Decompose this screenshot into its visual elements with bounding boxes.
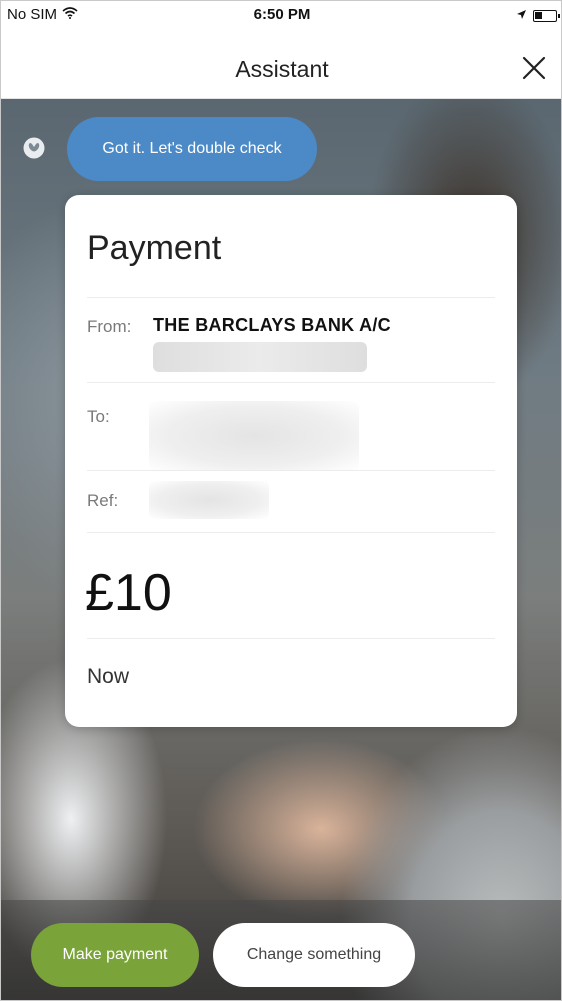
status-right	[516, 7, 560, 24]
close-icon	[522, 56, 546, 80]
page-title: Assistant	[235, 56, 329, 82]
divider	[87, 638, 495, 639]
status-time: 6:50 PM	[253, 6, 311, 23]
location-arrow-icon	[516, 7, 527, 24]
assistant-message-bubble: Got it. Let's double check	[67, 117, 317, 181]
nav-bar: Assistant	[1, 29, 561, 99]
from-label: From:	[87, 317, 132, 336]
redacted-payee	[149, 401, 359, 471]
app-screen: No SIM 6:50 PM Assistant Got it. Let's d…	[0, 0, 562, 1001]
bot-avatar-icon	[23, 137, 45, 159]
to-label: To:	[87, 407, 110, 426]
redacted-account-number	[153, 342, 367, 372]
close-button[interactable]	[519, 53, 549, 83]
payment-timing: Now	[87, 665, 130, 688]
redacted-reference	[149, 481, 269, 519]
payment-amount: £10	[85, 564, 172, 622]
divider	[87, 532, 495, 533]
ref-label: Ref:	[87, 491, 119, 510]
divider	[87, 382, 495, 383]
change-something-button[interactable]: Change something	[213, 923, 415, 987]
battery-icon	[533, 9, 560, 22]
payment-title: Payment	[87, 229, 222, 267]
make-payment-button[interactable]: Make payment	[31, 923, 199, 987]
divider	[87, 470, 495, 471]
status-bar: No SIM 6:50 PM	[1, 1, 561, 29]
from-account-name: THE BARCLAYS BANK A/C	[153, 315, 391, 335]
payment-card: Payment From: THE BARCLAYS BANK A/C To: …	[65, 195, 517, 727]
divider	[87, 297, 495, 298]
